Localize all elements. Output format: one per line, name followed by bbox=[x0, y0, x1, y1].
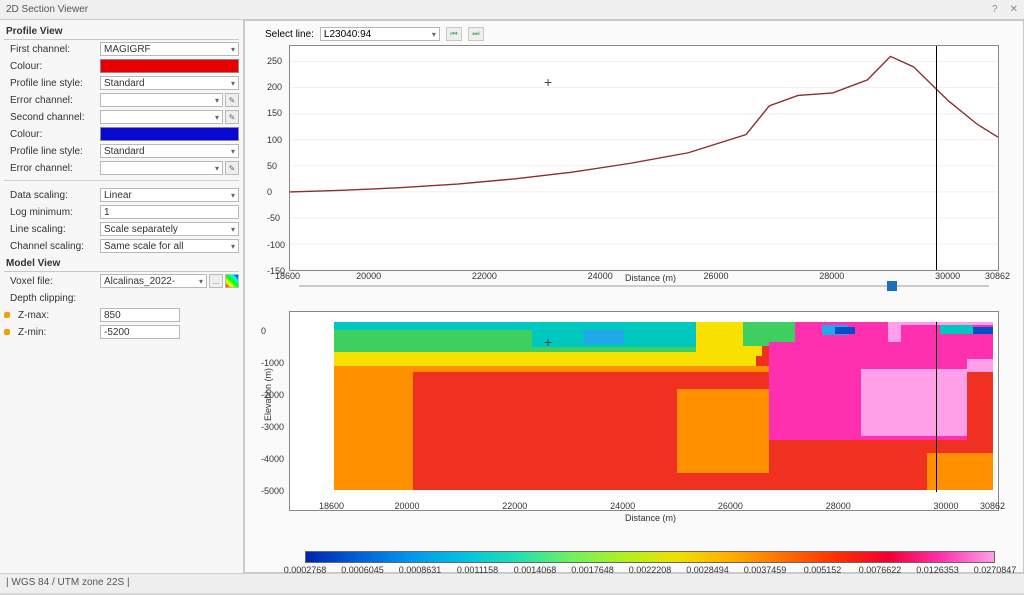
status-text: | WGS 84 / UTM zone 22S | bbox=[6, 577, 130, 588]
select-line-dropdown[interactable]: L23040:94▾ bbox=[320, 27, 440, 41]
zmax-label: Z-max: bbox=[12, 310, 100, 321]
err2-select[interactable]: ▾ bbox=[100, 161, 223, 175]
colour1-label: Colour: bbox=[4, 61, 100, 72]
titlebar: 2D Section Viewer ? ✕ bbox=[0, 0, 1024, 20]
chan-scaling-label: Channel scaling: bbox=[4, 241, 100, 252]
log-min-field[interactable]: 1 bbox=[100, 205, 239, 219]
line-toolbar: Select line: L23040:94▾ ⏮ ⏭ bbox=[265, 27, 484, 41]
zmax-field[interactable]: 850 bbox=[100, 308, 180, 322]
section-cursor[interactable] bbox=[936, 322, 937, 492]
second-channel-label: Second channel: bbox=[4, 112, 100, 123]
style2-label: Profile line style: bbox=[4, 146, 100, 157]
err1-edit-icon[interactable]: ✎ bbox=[225, 93, 239, 107]
line-slider[interactable] bbox=[289, 279, 999, 293]
select-line-label: Select line: bbox=[265, 29, 314, 40]
content-area: Select line: L23040:94▾ ⏮ ⏭ + -150-100-5… bbox=[244, 20, 1024, 573]
second-channel-edit-icon[interactable]: ✎ bbox=[225, 110, 239, 124]
zmin-field[interactable]: -5200 bbox=[100, 325, 180, 339]
heatmap bbox=[334, 322, 993, 490]
voxel-label: Voxel file: bbox=[4, 276, 100, 287]
line-scaling-select[interactable]: Scale separately▾ bbox=[100, 222, 239, 236]
err1-select[interactable]: ▾ bbox=[100, 93, 223, 107]
profile-plot[interactable]: + bbox=[289, 45, 999, 271]
err1-label: Error channel: bbox=[4, 95, 100, 106]
colorbar: 0.00027680.00060450.00086310.00111580.00… bbox=[305, 551, 995, 576]
profile-view-header: Profile View bbox=[4, 24, 239, 40]
zmin-label: Z-min: bbox=[12, 327, 100, 338]
colour2-label: Colour: bbox=[4, 129, 100, 140]
style2-select[interactable]: Standard▾ bbox=[100, 144, 239, 158]
sidebar: Profile View First channel: MAGIGRF▾ Col… bbox=[0, 20, 244, 573]
slider-thumb[interactable] bbox=[887, 281, 897, 291]
line-scaling-label: Line scaling: bbox=[4, 224, 100, 235]
prev-line-icon[interactable]: ⏮ bbox=[446, 27, 462, 41]
second-channel-select[interactable]: ▾ bbox=[100, 110, 223, 124]
first-channel-select[interactable]: MAGIGRF▾ bbox=[100, 42, 239, 56]
err2-edit-icon[interactable]: ✎ bbox=[225, 161, 239, 175]
colorbar-gradient bbox=[305, 551, 995, 563]
colour2-swatch[interactable] bbox=[100, 127, 239, 141]
data-scaling-select[interactable]: Linear▾ bbox=[100, 188, 239, 202]
colour1-swatch[interactable] bbox=[100, 59, 239, 73]
window-title: 2D Section Viewer bbox=[6, 4, 88, 15]
style1-label: Profile line style: bbox=[4, 78, 100, 89]
crosshair-icon: + bbox=[544, 74, 552, 90]
profile-cursor[interactable] bbox=[936, 46, 937, 270]
chan-scaling-select[interactable]: Same scale for all▾ bbox=[100, 239, 239, 253]
status-bar: | WGS 84 / UTM zone 22S | bbox=[0, 573, 1024, 593]
err2-label: Error channel: bbox=[4, 163, 100, 174]
next-line-icon[interactable]: ⏭ bbox=[468, 27, 484, 41]
help-icon[interactable]: ? bbox=[992, 4, 998, 15]
section-ylabel: Elevation (m) bbox=[263, 368, 273, 421]
style1-select[interactable]: Standard▾ bbox=[100, 76, 239, 90]
voxel-browse-icon[interactable]: … bbox=[209, 274, 223, 288]
close-icon[interactable]: ✕ bbox=[1010, 4, 1018, 15]
depth-clipping-label: Depth clipping: bbox=[4, 293, 100, 304]
first-channel-label: First channel: bbox=[4, 44, 100, 55]
voxel-palette-icon[interactable] bbox=[225, 274, 239, 288]
voxel-select[interactable]: Alcalinas_2022-12-16_18▾ bbox=[100, 274, 207, 288]
log-min-label: Log minimum: bbox=[4, 207, 100, 218]
section-plot[interactable]: + bbox=[289, 311, 999, 511]
model-view-header: Model View bbox=[4, 256, 239, 272]
crosshair-icon: + bbox=[544, 334, 552, 350]
window-buttons: ? ✕ bbox=[992, 4, 1018, 15]
data-scaling-label: Data scaling: bbox=[4, 190, 100, 201]
section-xlabel: Distance (m) bbox=[625, 513, 676, 523]
